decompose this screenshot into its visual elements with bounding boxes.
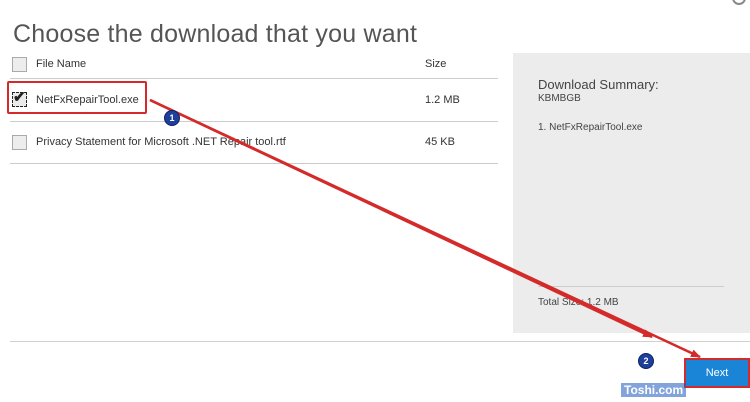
step-badge-1: 1 (164, 110, 180, 126)
step-badge-2: 2 (638, 353, 654, 369)
annotation-arrows (149, 98, 701, 359)
watermark-text: Toshi.com (621, 383, 687, 397)
annotation-arrow-down (149, 98, 701, 359)
